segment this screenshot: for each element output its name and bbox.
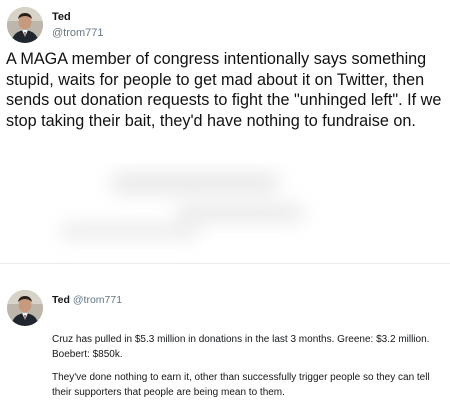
quoted-paragraph-2: They've done nothing to earn it, other t…: [52, 372, 430, 398]
quoted-author-name[interactable]: Ted: [52, 294, 70, 306]
quoted-author[interactable]: Ted @trom771: [52, 294, 122, 306]
main-tweet: Ted @trom771 A MAGA member of congress i…: [0, 0, 450, 262]
author-name[interactable]: Ted: [52, 11, 71, 23]
avatar-quoted[interactable]: [7, 290, 43, 326]
quoted-tweet: Ted @trom771 Cruz has pulled in $5.3 mill…: [0, 264, 450, 411]
avatar[interactable]: [7, 7, 43, 43]
profile-photo-icon: [7, 290, 43, 326]
profile-photo-icon: [7, 7, 43, 43]
quoted-author-handle[interactable]: @trom771: [73, 294, 122, 306]
author-handle[interactable]: @trom771: [52, 27, 104, 39]
blurred-area: [0, 162, 450, 258]
quoted-paragraph-1: Cruz has pulled in $5.3 million in donat…: [52, 334, 430, 360]
tweet-text: A MAGA member of congress intentionally …: [6, 50, 442, 130]
